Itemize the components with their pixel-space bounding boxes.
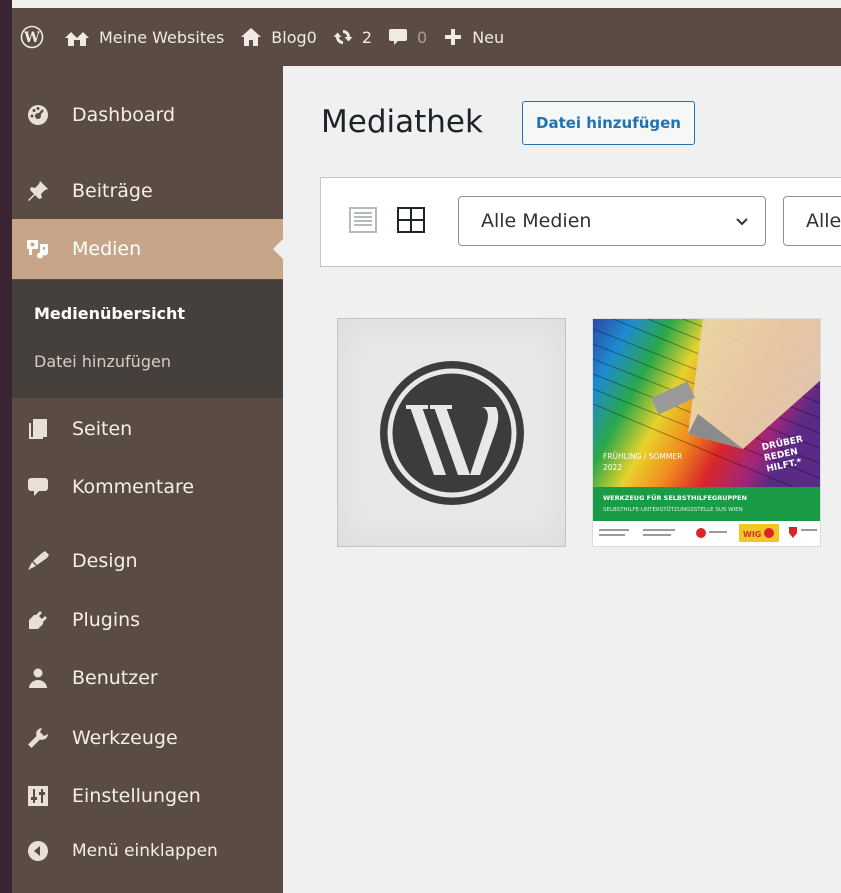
grid-view-button[interactable] [396,205,426,235]
admin-bar: W Meine Websites Blog0 2 0 Neu [12,8,841,66]
wordpress-logo-icon: W [20,25,44,49]
updates-icon [333,27,353,47]
comments-count: 0 [417,27,428,47]
sliders-icon [26,784,50,808]
sidebar-item-users[interactable]: Benutzer [12,651,283,705]
user-icon [26,666,50,690]
sidebar-item-label: Kommentare [72,476,195,498]
poster-season: FRÜHLING / SOMMER [603,452,682,461]
sidebar-item-dashboard[interactable]: Dashboard [12,88,283,142]
media-date-filter-value: Alle [806,210,841,232]
collapse-menu-button[interactable]: Menü einklappen [12,824,283,878]
sites-icon [64,27,90,47]
submenu-item-library[interactable]: Medienübersicht [34,304,185,323]
wp-logo-menu[interactable]: W [12,8,56,66]
poster-logo-text: WIG [743,530,761,539]
my-sites-label: Meine Websites [99,27,225,47]
new-label: Neu [472,27,505,47]
media-type-filter[interactable]: Alle Medien [458,196,766,246]
sidebar-item-label: Einstellungen [72,785,201,807]
sidebar-item-label: Benutzer [72,667,158,689]
media-icon [26,237,50,261]
grid-view-icon [397,207,425,233]
brush-icon [26,549,50,573]
svg-text:W: W [23,30,40,46]
comment-icon [26,475,50,499]
media-item-wordpress-logo[interactable] [337,318,566,547]
admin-sidebar: Dashboard Beiträge Medien Medienübersich… [12,66,283,893]
sidebar-item-appearance[interactable]: Design [12,534,283,588]
my-sites-menu[interactable]: Meine Websites [56,8,232,66]
chevron-down-icon [736,218,748,226]
site-name-label: Blog0 [271,27,317,47]
window-edge [0,0,12,893]
comments-menu[interactable]: 0 [380,8,435,66]
sidebar-item-label: Dashboard [72,104,176,126]
sidebar-item-pages[interactable]: Seiten [12,402,283,456]
sidebar-item-posts[interactable]: Beiträge [12,164,283,218]
sidebar-item-label: Medien [72,238,142,260]
media-date-filter[interactable]: Alle [783,196,841,246]
poster-banner-subtitle: SELBSTHILFE-UNTERSTÜTZUNGSSTELLE SUS WIE… [603,506,743,513]
pin-icon [26,179,50,203]
plus-icon [443,27,463,47]
sidebar-item-plugins[interactable]: Plugins [12,593,283,647]
main-content: Mediathek Datei hinzufügen Alle Medien A… [283,66,841,893]
media-toolbar: Alle Medien Alle [320,177,841,267]
sidebar-item-comments[interactable]: Kommentare [12,460,283,514]
sidebar-item-label: Beiträge [72,180,153,202]
poster-thumbnail-image: FRÜHLING / SOMMER 2022 DRÜBER REDEN HILF… [593,319,820,546]
submenu-item-add-new[interactable]: Datei hinzufügen [34,352,171,371]
dashboard-icon [26,103,50,127]
media-submenu: Medienübersicht Datei hinzufügen [12,280,283,398]
media-item-poster[interactable]: FRÜHLING / SOMMER 2022 DRÜBER REDEN HILF… [592,318,821,547]
page-title: Mediathek [321,104,483,140]
poster-year: 2022 [603,463,622,472]
updates-menu[interactable]: 2 [325,8,380,66]
wrench-icon [26,726,50,750]
list-view-icon [349,207,377,233]
collapse-icon [26,839,50,863]
sidebar-item-label: Seiten [72,418,133,440]
sidebar-item-label: Plugins [72,609,141,631]
list-view-button[interactable] [348,205,378,235]
plug-icon [26,608,50,632]
pages-icon [26,417,50,441]
wordpress-logo-icon [379,360,524,505]
comment-bubble-icon [388,27,408,47]
sidebar-item-label: Design [72,550,138,572]
sidebar-item-settings[interactable]: Einstellungen [12,769,283,823]
site-name-menu[interactable]: Blog0 [232,8,325,66]
new-content-menu[interactable]: Neu [435,8,512,66]
sidebar-item-media[interactable]: Medien [12,219,283,279]
add-new-media-button[interactable]: Datei hinzufügen [522,101,695,145]
media-type-filter-value: Alle Medien [481,210,592,232]
sidebar-item-tools[interactable]: Werkzeuge [12,711,283,765]
poster-banner-title: WERKZEUG FÜR SELBSTHILFEGRUPPEN [603,493,747,502]
sidebar-item-label: Werkzeuge [72,727,178,749]
home-icon [240,27,262,47]
updates-count: 2 [361,27,373,47]
sidebar-item-label: Menü einklappen [72,841,218,861]
